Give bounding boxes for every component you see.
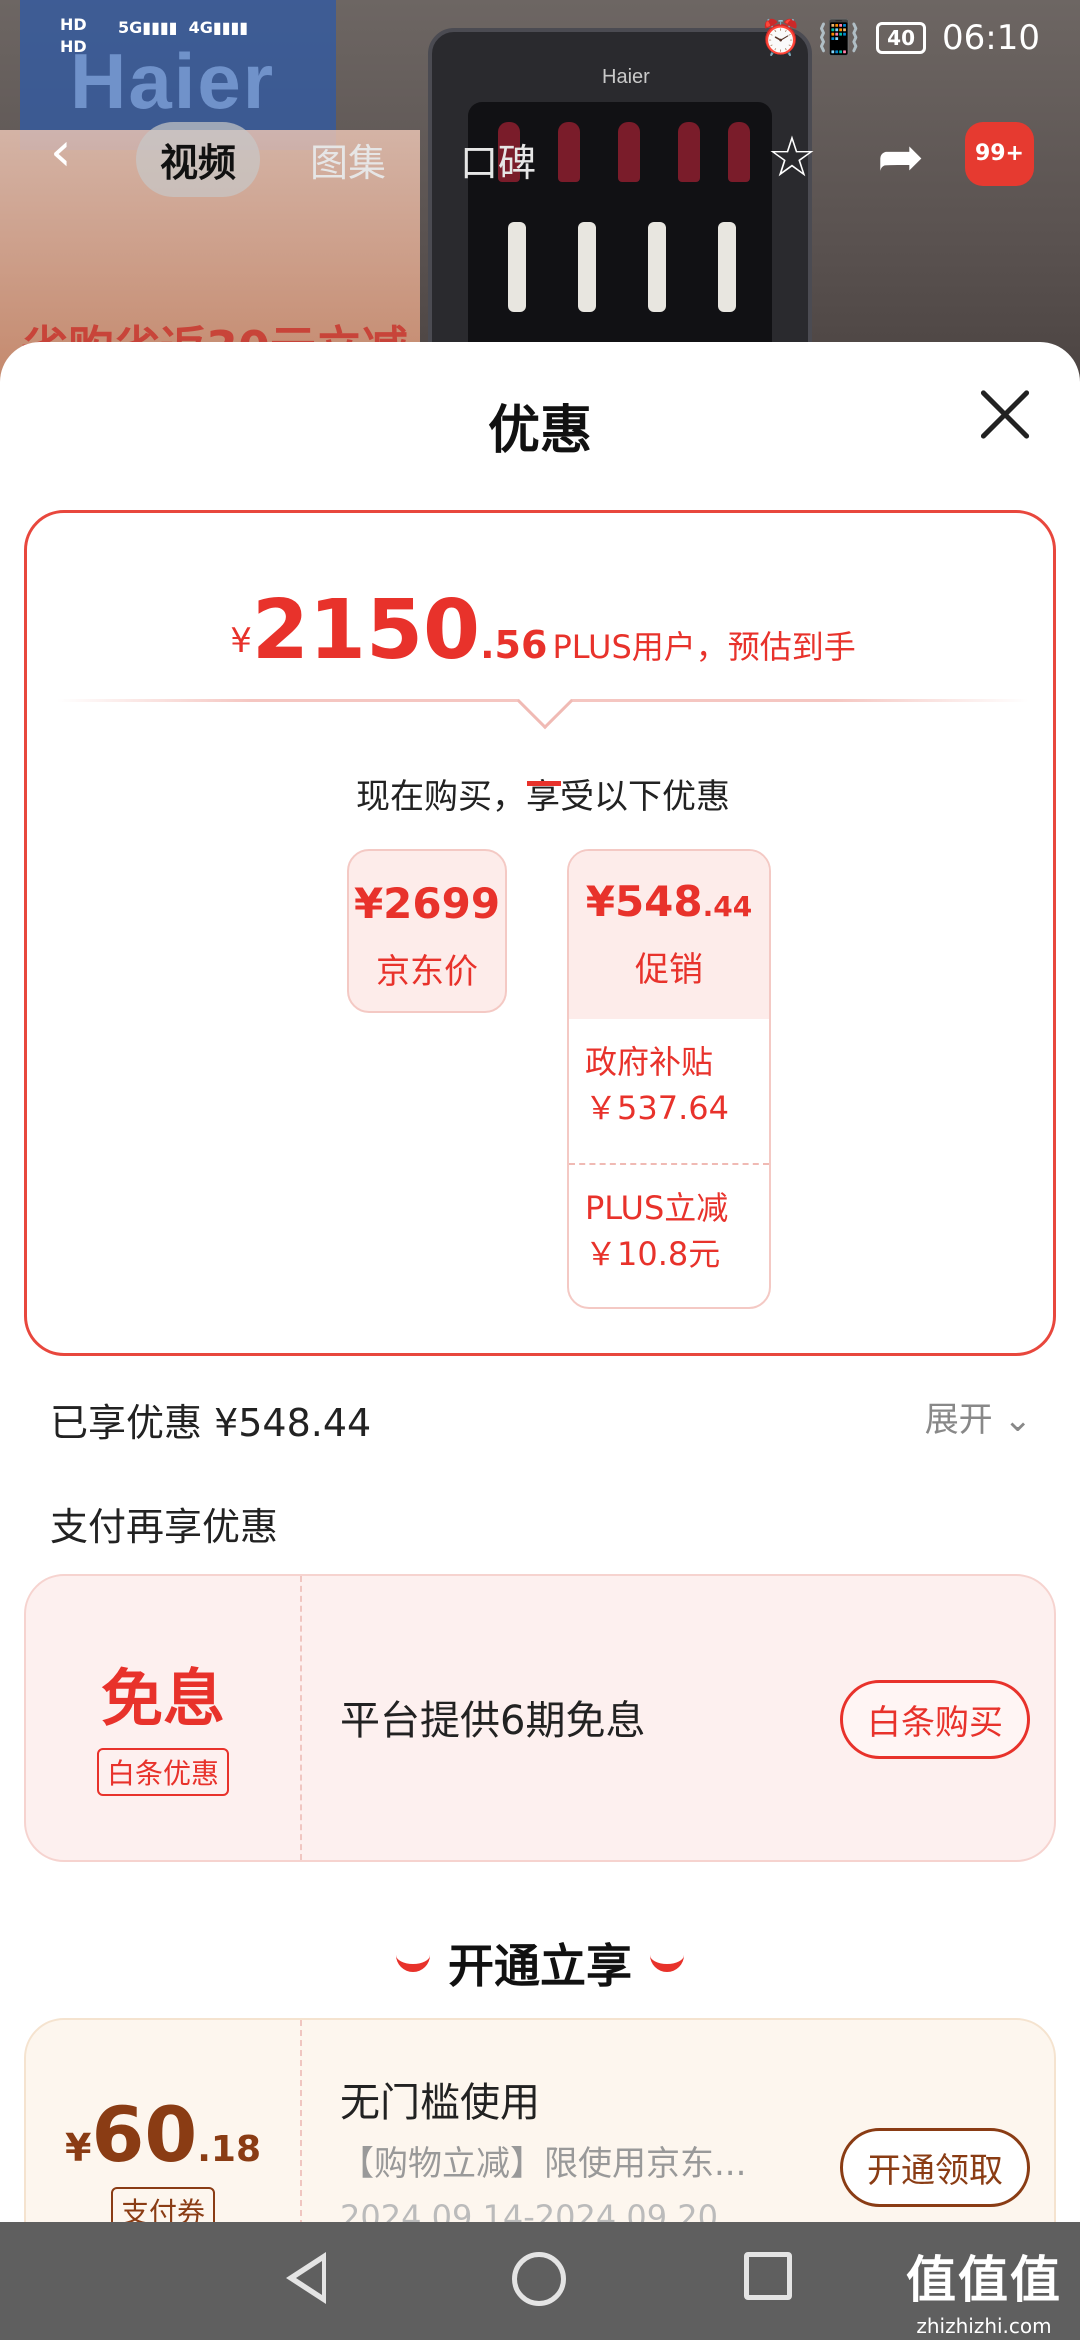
discount-sheet: 优惠 ¥2150.56 PLUS用户，预估到手 现在购买，享受以下优惠 ¥269… — [0, 342, 1080, 2222]
close-icon[interactable] — [976, 386, 1032, 442]
bottle — [578, 222, 596, 312]
coupon-card: ¥60.18 支付券 无门槛使用 【购物立减】限使用京东... 2024.09.… — [24, 2018, 1056, 2222]
baitiao-offer-card: 免息 白条优惠 平台提供6期免息 白条购买 — [24, 1574, 1056, 1862]
tab-video[interactable]: 视频 — [136, 122, 261, 197]
claim-coupon-button[interactable]: 开通领取 — [840, 2128, 1030, 2207]
product-top-nav: ‹ 视频 图集 口碑 ☆ ➦ ⋯99+ — [0, 110, 1080, 200]
star-icon[interactable]: ☆ — [767, 128, 817, 188]
open-benefit-title: 开通立享 — [0, 1930, 1080, 1996]
minus-sign — [527, 781, 561, 786]
baitiao-description: 平台提供6期免息 — [340, 1698, 646, 1744]
coupon-detail: 【购物立减】限使用京东... — [340, 2144, 747, 2184]
system-home-icon[interactable] — [512, 2252, 566, 2306]
promotion-item-plus: PLUS立减 ￥10.8元 — [569, 1163, 769, 1307]
alarm-icon: ⏰ — [759, 18, 802, 58]
system-back-icon[interactable] — [286, 2252, 326, 2304]
message-badge: 99+ — [964, 122, 1034, 186]
status-bar: HD HD 5G▮▮▮▮ 4G▮▮▮▮ ⏰ 📳 40 06:10 — [0, 0, 1080, 80]
more-icon[interactable]: ⋯99+ — [964, 122, 1040, 188]
system-recents-icon[interactable] — [744, 2252, 792, 2300]
watermark-site: zhizhizhi.com — [916, 2314, 1052, 2338]
watermark: 值值值 zhizhizhi.com — [906, 2240, 1062, 2338]
signal-indicator: 5G▮▮▮▮ 4G▮▮▮▮ — [118, 18, 249, 37]
interest-free-headline: 免息 — [100, 1662, 225, 1735]
battery-indicator: 40 — [876, 22, 927, 54]
share-icon[interactable]: ➦ — [877, 128, 924, 188]
enjoyed-discount: 已享优惠 ¥548.44 — [50, 1401, 372, 1445]
bottle — [718, 222, 736, 312]
tab-gallery[interactable]: 图集 — [286, 122, 410, 197]
promotion-amount: ¥548.44 — [585, 877, 753, 926]
payment-discount-title: 支付再享优惠 — [50, 1505, 279, 1549]
smile-icon — [396, 1954, 430, 1972]
back-arrow-icon[interactable]: ‹ — [50, 125, 100, 182]
smile-icon — [650, 1954, 684, 1972]
bottle — [508, 222, 526, 312]
watermark-logo: 值值值 — [906, 2251, 1062, 2309]
jd-price-card: ¥2699 京东价 — [347, 849, 507, 1013]
promotion-item-subsidy: 政府补贴 ￥537.64 — [585, 1043, 729, 1127]
baitiao-tag: 白条优惠 — [96, 1748, 229, 1796]
coupon-date: 2024.09.14-2024.09.20 — [340, 2198, 718, 2222]
chevron-down-icon: ⌄ — [1003, 1400, 1033, 1440]
clock: 06:10 — [942, 18, 1040, 58]
media-tabs: 视频 图集 口碑 — [136, 122, 560, 197]
tab-reviews[interactable]: 口碑 — [436, 122, 560, 197]
expand-button[interactable]: 展开 ⌄ — [925, 1392, 1032, 1441]
vibrate-icon: 📳 — [817, 18, 861, 58]
estimated-price: ¥2150.56 PLUS用户，预估到手 — [230, 583, 856, 678]
promotion-card: ¥548.44 促销 政府补贴 ￥537.64 PLUS立减 ￥10.8元 — [567, 849, 771, 1309]
hd-indicator: HD HD — [60, 15, 87, 56]
divider-notch — [516, 672, 574, 730]
bottle — [648, 222, 666, 312]
sheet-title: 优惠 — [487, 401, 592, 461]
coupon-heading: 无门槛使用 — [340, 2080, 540, 2126]
coupon-tag: 支付券 — [110, 2187, 215, 2222]
buy-now-text: 现在购买，享受以下优惠 — [356, 777, 730, 817]
promotion-label: 促销 — [635, 950, 703, 990]
jd-price-amount: ¥2699 — [353, 879, 501, 928]
coupon-amount: ¥60.18 — [65, 2090, 261, 2179]
baitiao-buy-button[interactable]: 白条购买 — [840, 1680, 1030, 1759]
price-breakdown-box: ¥2150.56 PLUS用户，预估到手 现在购买，享受以下优惠 ¥2699 京… — [24, 510, 1056, 1356]
estimated-price-note: PLUS用户，预估到手 — [552, 628, 856, 666]
jd-price-label: 京东价 — [376, 952, 478, 992]
